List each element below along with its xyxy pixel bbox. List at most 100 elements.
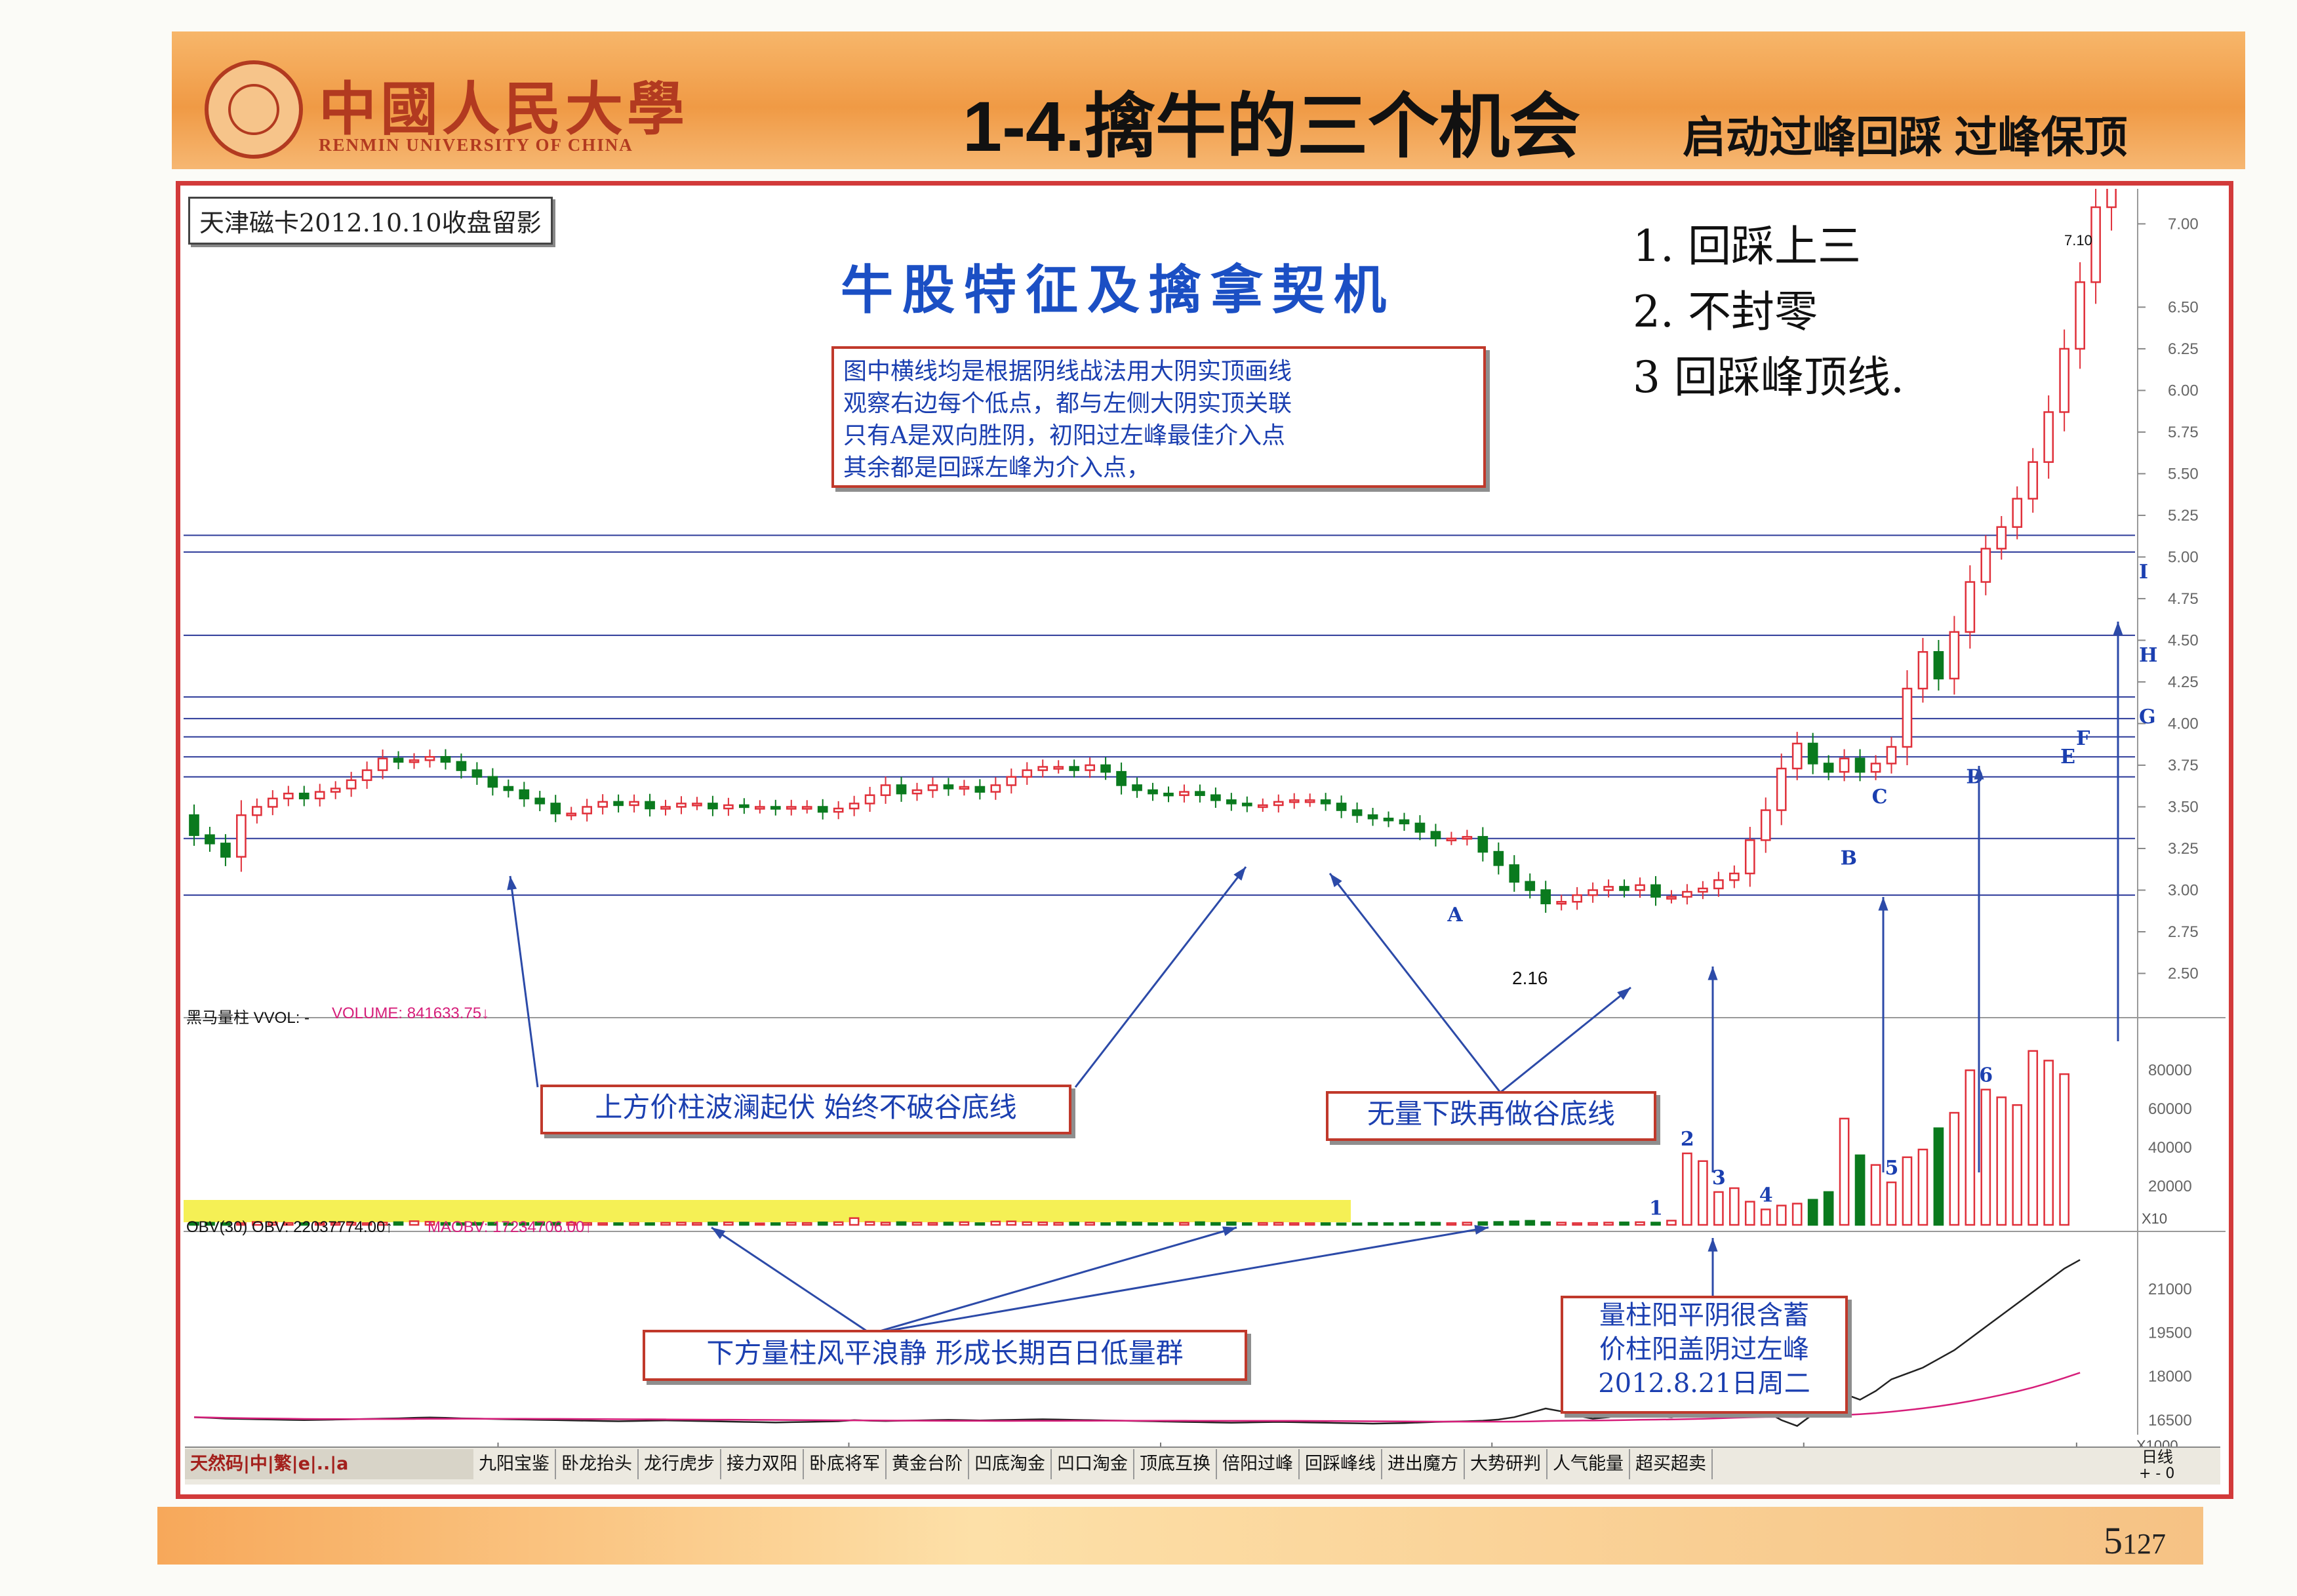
candle-down [1807, 742, 1818, 765]
indicator-tab-4[interactable]: 接力双阳 [721, 1449, 804, 1479]
candle-up [1273, 801, 1284, 807]
price-tick-label: 2.50 [2168, 965, 2199, 982]
candle-up [801, 806, 812, 810]
candle-down [1477, 835, 1488, 853]
arrow-line [509, 875, 539, 1088]
candle-down [1525, 881, 1536, 891]
price-tick-label: 3.25 [2168, 840, 2199, 858]
price-tick-label: 3.75 [2168, 757, 2199, 774]
obv-tick-label: 16500 [2148, 1412, 2192, 1429]
volume-bar [1257, 1222, 1268, 1226]
point-label-H: H [2139, 644, 2157, 667]
note-line-2: 观察右边每个低点，都与左侧大阴实顶关联 [843, 390, 1292, 417]
volume-bar [645, 1222, 655, 1226]
candle-down [645, 801, 655, 810]
volume-bar [1619, 1221, 1629, 1226]
candle-down [1241, 803, 1252, 807]
volume-bar [974, 1222, 986, 1226]
candle-down [1509, 864, 1520, 883]
indicator-tab-11[interactable]: 回踩峰线 [1300, 1449, 1382, 1479]
candle-down [1336, 803, 1347, 811]
arrow-line [1500, 986, 1631, 1094]
obv-tick-label: 18000 [2148, 1368, 2192, 1386]
volume-bar [1132, 1222, 1142, 1226]
candle-down [1116, 770, 1127, 786]
callout-volume: 下方量柱风平浪静 形成长期百日低量群 [643, 1330, 1247, 1381]
candle-up [723, 804, 734, 810]
chart-title: 牛股特征及擒拿契机 [841, 259, 1395, 321]
volume-bar [801, 1222, 812, 1226]
volume-bar [708, 1222, 718, 1226]
candle-up [911, 789, 923, 795]
volume-bar [692, 1222, 702, 1226]
indicator-tab-8[interactable]: 凹口淘金 [1052, 1449, 1134, 1479]
indicator-tab-13[interactable]: 大势研判 [1465, 1449, 1548, 1479]
arrow-head [1330, 873, 1342, 887]
candle-up [1006, 776, 1017, 786]
indicator-tab-7[interactable]: 凹底淘金 [969, 1449, 1052, 1479]
volume-bar [911, 1222, 923, 1226]
volume-bar [1493, 1221, 1504, 1226]
candle-down [1069, 766, 1080, 771]
candle-down [1132, 784, 1142, 791]
arrow-line [711, 1226, 871, 1335]
candle-up [1588, 889, 1598, 896]
price-tick-label: 3.50 [2168, 798, 2199, 816]
note-box: 图中横线均是根据阴线战法用大阴实顶画线 观察右边每个低点，都与左侧大阴实顶关联 … [831, 346, 1486, 488]
tool-buttons[interactable]: 天然码|中|繁|e|..|a [185, 1449, 473, 1479]
volume-bar [409, 1220, 420, 1226]
volume-bar [1477, 1221, 1488, 1226]
volume-bar [1085, 1222, 1095, 1226]
candle-down [974, 786, 986, 793]
point-label-G: G [2139, 706, 2156, 728]
candle-up [361, 769, 372, 782]
volume-bar [2027, 1050, 2039, 1226]
indicator-tab-6[interactable]: 黄金台阶 [887, 1449, 969, 1479]
volume-bar [1100, 1222, 1111, 1226]
university-logo [205, 60, 303, 159]
indicator-tab-15[interactable]: 超买超卖 [1630, 1449, 1713, 1479]
volume-bar [849, 1217, 860, 1226]
candle-down [1430, 831, 1441, 839]
candle-up [1462, 835, 1473, 840]
volume-bar [1682, 1152, 1692, 1226]
indicator-tab-1[interactable]: 九阳宝鉴 [473, 1449, 556, 1479]
indicator-tab-9[interactable]: 顶底互换 [1134, 1449, 1217, 1479]
zoom-controls[interactable]: + - 0 [2139, 1466, 2174, 1496]
candle-up [1744, 839, 1755, 875]
volume-bar [880, 1222, 891, 1226]
candle-up [786, 806, 797, 810]
indicator-tab-10[interactable]: 倍阳过峰 [1217, 1449, 1300, 1479]
volume-bar [1430, 1222, 1441, 1226]
candle-up [236, 814, 247, 858]
volume-bar [739, 1222, 749, 1226]
obv-tick-label: 21000 [2148, 1281, 2192, 1298]
candle-up [1728, 872, 1740, 881]
indicator-tab-12[interactable]: 进出魔方 [1382, 1449, 1465, 1479]
indicator-tab-14[interactable]: 人气能量 [1548, 1449, 1630, 1479]
volume-bar [1195, 1221, 1205, 1226]
volume-bar [1588, 1222, 1598, 1226]
candle-up [1037, 766, 1049, 771]
volume-bar [1698, 1160, 1708, 1226]
callout-date-line-3: 2012.8.21日周二 [1598, 1368, 1810, 1399]
candle-up [1085, 764, 1095, 771]
candle-down [487, 776, 498, 788]
callout-price: 上方价柱波澜起伏 始终不破谷底线 [540, 1085, 1071, 1134]
volume-bar [1996, 1096, 2007, 1226]
note-line-4: 其余都是回踩左峰为介入点， [843, 454, 1151, 481]
price-tick-label: 2.75 [2168, 923, 2199, 941]
volume-bar [1807, 1199, 1818, 1226]
volume-bar [1022, 1221, 1033, 1226]
indicator-tab-5[interactable]: 卧底将军 [804, 1449, 887, 1479]
indicator-tab-2[interactable]: 卧龙抬头 [556, 1449, 639, 1479]
candle-up [1886, 746, 1897, 765]
candle-up [597, 801, 608, 808]
handwritten-notes: 1. 回踩上三 2. 不封零 3 回踩峰顶线. [1633, 214, 1904, 410]
candle-down [1226, 799, 1237, 805]
volume-marker-4: 4 [1759, 1184, 1773, 1207]
candle-down [1383, 818, 1394, 822]
indicator-tab-3[interactable]: 龙行虎步 [639, 1449, 721, 1479]
price-tick-label: 5.25 [2168, 507, 2199, 525]
volume-bar [1603, 1222, 1614, 1226]
